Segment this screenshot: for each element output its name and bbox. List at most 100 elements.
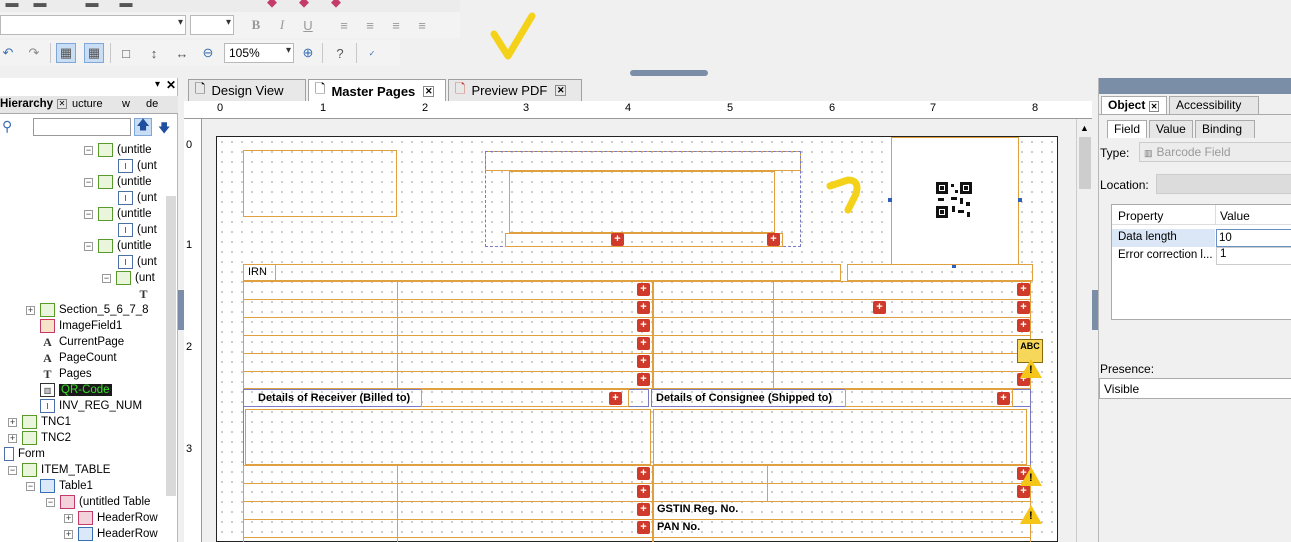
plus-icon[interactable]: +	[637, 503, 650, 516]
undo-icon[interactable]: ↶	[0, 43, 18, 63]
expand-toggle[interactable]: +	[8, 418, 17, 427]
close-icon[interactable]: ✕	[1148, 101, 1160, 112]
italic-button[interactable]: I	[272, 15, 292, 35]
plus-icon[interactable]: +	[637, 337, 650, 350]
address-field[interactable]	[509, 171, 775, 233]
error-correction-value[interactable]: 1	[1216, 247, 1291, 265]
tab-de[interactable]: de	[146, 98, 158, 110]
tree-item[interactable]: HeaderRow	[78, 526, 158, 542]
receiver-address-field[interactable]	[245, 409, 651, 465]
fit-width-icon[interactable]: ↔	[172, 43, 192, 63]
plus-icon[interactable]: +	[637, 283, 650, 296]
plus-icon[interactable]: +	[1017, 485, 1030, 498]
close-icon[interactable]: ✕	[57, 99, 67, 109]
data-length-input[interactable]	[1216, 229, 1291, 247]
property-row-error-correction[interactable]: Error correction l...	[1112, 247, 1215, 265]
consignee-value-field[interactable]	[845, 389, 1013, 407]
snap-grid-icon[interactable]: ▦	[84, 43, 104, 63]
tree-item[interactable]: I (unt	[118, 222, 157, 238]
font-size-combo[interactable]: ▾	[190, 15, 234, 35]
toolbar-icon-5[interactable]: ◆	[262, 0, 282, 12]
resize-handle[interactable]	[888, 198, 892, 202]
receiver-details-rows[interactable]	[243, 465, 653, 542]
tree-item[interactable]: HeaderRow	[78, 510, 158, 526]
plus-icon[interactable]: +	[767, 233, 780, 246]
plus-icon[interactable]: +	[873, 301, 886, 314]
splitter-handle[interactable]	[630, 70, 708, 76]
tree-item[interactable]: I (unt	[118, 158, 157, 174]
tree-item[interactable]: I (unt	[118, 190, 157, 206]
canvas-scrollbar[interactable]: ▲	[1076, 119, 1092, 542]
plus-icon[interactable]: +	[637, 467, 650, 480]
collapse-toggle[interactable]: −	[26, 482, 35, 491]
toolbar-icon-3[interactable]: ▬	[82, 0, 102, 12]
tree-item[interactable]: ITEM_TABLE	[22, 462, 110, 478]
fit-height-icon[interactable]: ↕	[144, 43, 164, 63]
collapse-toggle[interactable]: −	[84, 146, 93, 155]
expand-toggle[interactable]: +	[8, 434, 17, 443]
plus-icon[interactable]: +	[637, 319, 650, 332]
tree-item[interactable]: ImageField1	[40, 318, 122, 334]
toolbar-icon-7[interactable]: ◆	[326, 0, 346, 12]
tree-item-selected[interactable]: ▥ QR-Code	[40, 382, 112, 398]
tree-item[interactable]: Table1	[40, 478, 93, 494]
location-field[interactable]	[1156, 174, 1291, 194]
tree-item[interactable]: (untitle	[98, 238, 152, 254]
close-icon[interactable]: ✕	[555, 85, 567, 96]
tree-item[interactable]: T	[136, 286, 155, 302]
plus-icon[interactable]: +	[609, 392, 622, 405]
tree-item[interactable]: TNC1	[22, 414, 71, 430]
property-row-data-length[interactable]: Data length	[1112, 229, 1215, 247]
resize-handle[interactable]	[1018, 198, 1022, 202]
tab-structure[interactable]: ucture	[72, 98, 103, 110]
plus-icon[interactable]: +	[637, 301, 650, 314]
arrow-up-icon[interactable]: 🡅	[134, 117, 152, 136]
warning-icon[interactable]: !	[1020, 467, 1042, 486]
tree-item[interactable]: T Pages	[40, 366, 91, 382]
zoom-out-icon[interactable]: ⊖	[198, 43, 218, 63]
plus-icon[interactable]: +	[637, 373, 650, 386]
warning-icon[interactable]: !	[1020, 505, 1042, 524]
grid-icon[interactable]: ▦	[56, 43, 76, 63]
tree-item[interactable]: (untitled Table	[60, 494, 150, 510]
font-name-combo[interactable]: ▾	[0, 15, 186, 35]
zoom-in-icon[interactable]: ⊕	[298, 43, 318, 63]
scroll-up-icon[interactable]: ▲	[1080, 123, 1089, 133]
plus-icon[interactable]: +	[637, 521, 650, 534]
tree-item[interactable]: A CurrentPage	[40, 334, 124, 350]
tree-item[interactable]: I (unt	[118, 254, 157, 270]
collapse-toggle[interactable]: −	[84, 178, 93, 187]
tree-item[interactable]: (untitle	[98, 142, 152, 158]
toolbar-icon-6[interactable]: ◆	[294, 0, 314, 12]
collapse-toggle[interactable]: −	[46, 498, 55, 507]
type-combo[interactable]: ▥ Barcode Field	[1139, 142, 1291, 162]
plus-icon[interactable]: +	[1017, 319, 1030, 332]
tab-accessibility[interactable]: Accessibility	[1169, 96, 1259, 114]
search-input[interactable]	[33, 118, 131, 136]
spell-check-icon[interactable]: ✓	[362, 43, 382, 63]
presence-combo[interactable]: Visible	[1099, 378, 1291, 399]
toolbar-icon-1[interactable]: ▬	[2, 0, 22, 12]
tree-item[interactable]: (untitle	[98, 174, 152, 190]
panel-menu-icon[interactable]: ▾	[155, 79, 160, 90]
tree-item[interactable]: (unt	[116, 270, 155, 286]
tab-w[interactable]: w	[122, 98, 130, 110]
collapse-toggle[interactable]: −	[84, 242, 93, 251]
master-page[interactable]: + + IRN + + + + + + + + + + + ABC ! Deta…	[216, 136, 1058, 542]
tab-binding[interactable]: Binding	[1195, 120, 1255, 138]
tab-value[interactable]: Value	[1149, 120, 1193, 138]
scrollbar[interactable]	[166, 196, 176, 496]
plus-icon[interactable]: +	[637, 355, 650, 368]
page-icon[interactable]: □	[116, 43, 136, 63]
align-left-icon[interactable]: ≡	[334, 15, 354, 35]
receiver-value-field[interactable]	[421, 389, 629, 407]
help-icon[interactable]: ?	[330, 43, 350, 63]
tab-master-pages[interactable]: 🗋 Master Pages ✕	[308, 79, 446, 102]
plus-icon[interactable]: +	[997, 392, 1010, 405]
close-icon[interactable]: ✕	[423, 85, 435, 97]
collapse-toggle[interactable]: −	[8, 466, 17, 475]
irn-field[interactable]: IRN	[243, 264, 841, 281]
toolbar-icon-4[interactable]: ▬	[116, 0, 136, 12]
irn-value-field[interactable]	[847, 264, 1033, 281]
tab-preview-pdf[interactable]: 🗋 Preview PDF ✕	[448, 79, 582, 101]
